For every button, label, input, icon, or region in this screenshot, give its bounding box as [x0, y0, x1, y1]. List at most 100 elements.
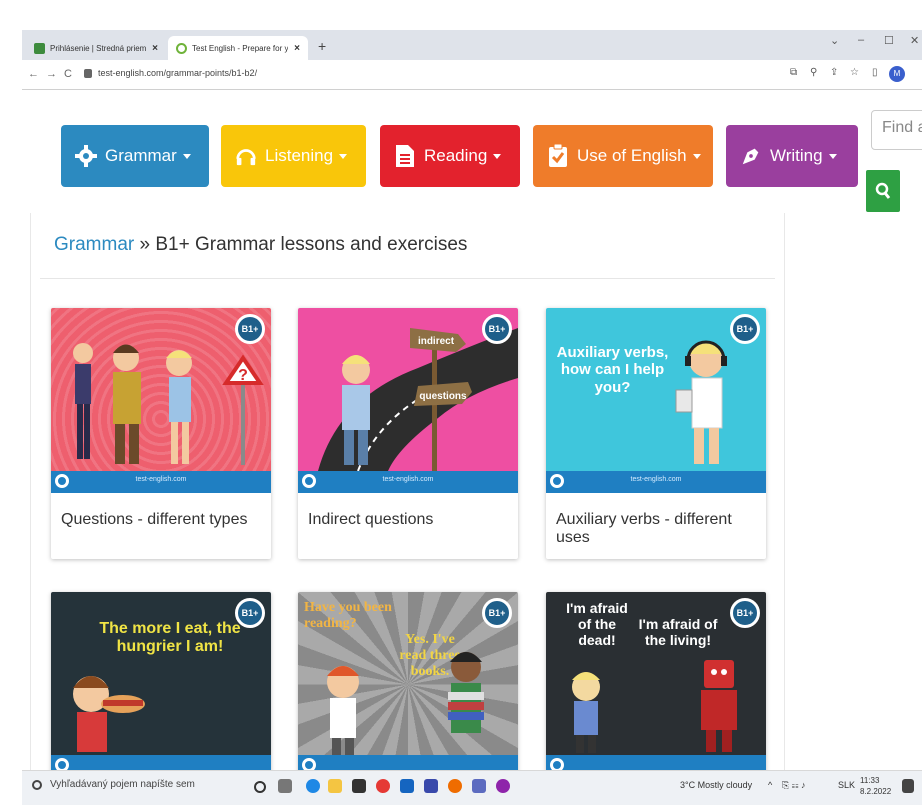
- search-icon: [875, 182, 891, 199]
- os-taskbar: Vyhľadávaný pojem napíšte sem 3°C Mostly…: [22, 770, 922, 805]
- nav-label: Listening: [265, 146, 334, 165]
- chevron-down-icon[interactable]: ⌄: [830, 34, 839, 47]
- nav-writing-button[interactable]: Writing: [726, 125, 858, 187]
- breadcrumb-separator: »: [134, 234, 156, 255]
- notification-icon[interactable]: [902, 779, 914, 793]
- clock[interactable]: 11:33 8.2.2022: [860, 775, 891, 797]
- breadcrumb-current: B1+ Grammar lessons and exercises: [155, 234, 468, 255]
- lesson-card-indirect-questions[interactable]: indirect questions B1+ test-english.com …: [298, 308, 518, 559]
- thumbnail-footer: test-english.com: [546, 471, 766, 493]
- back-arrow-icon[interactable]: ←: [28, 68, 39, 80]
- thumbnail-footer: test-english.com: [298, 471, 518, 493]
- caret-down-icon: [493, 153, 502, 159]
- zoom-icon[interactable]: ⚲: [810, 67, 817, 78]
- level-badge: B1+: [482, 314, 512, 344]
- file-explorer-icon[interactable]: [328, 779, 342, 793]
- caret-down-icon: [182, 153, 191, 159]
- tray-icons[interactable]: ⎘ ☷ ♪: [782, 780, 805, 791]
- close-tab-icon[interactable]: ×: [152, 43, 158, 54]
- taskbar-search-placeholder: Vyhľadávaný pojem napíšte sem: [50, 779, 195, 790]
- gear-icon: [75, 144, 97, 168]
- reload-icon[interactable]: C: [64, 68, 72, 80]
- headphones-icon: [235, 144, 257, 168]
- profile-avatar[interactable]: M: [889, 66, 905, 82]
- level-badge: B1+: [730, 314, 760, 344]
- taskbar-search-field[interactable]: Vyhľadávaný pojem napíšte sem: [32, 779, 195, 790]
- url-field[interactable]: test-english.com/grammar-points/b1-b2/: [84, 68, 257, 78]
- thumbnail-footer: test-english.com: [51, 471, 271, 493]
- divider: [40, 278, 775, 279]
- weather-text[interactable]: 3°C Mostly cloudy: [680, 780, 752, 790]
- firefox-icon[interactable]: [448, 779, 462, 793]
- close-tab-icon[interactable]: ×: [294, 43, 300, 54]
- test-english-favicon-icon: [176, 42, 187, 54]
- cortana-icon[interactable]: [254, 781, 266, 793]
- side-panel-icon[interactable]: ▯: [872, 67, 878, 78]
- lesson-thumbnail: Auxiliary verbs, how can I help you? B1+…: [546, 308, 766, 493]
- breadcrumb-link-grammar[interactable]: Grammar: [54, 234, 134, 255]
- breadcrumb: Grammar » B1+ Grammar lessons and exerci…: [54, 234, 467, 256]
- lesson-thumbnail: Have you been reading? Yes. I've read th…: [298, 592, 518, 777]
- browser-tab-1[interactable]: Prihlásenie | Stredná priemyseln ×: [26, 36, 166, 60]
- signpost-text-indirect: indirect: [418, 336, 455, 347]
- clock-date: 8.2.2022: [860, 787, 892, 796]
- mail-icon[interactable]: [400, 779, 414, 793]
- nav-use-of-english-button[interactable]: Use of English: [533, 125, 713, 187]
- level-badge: B1+: [235, 314, 265, 344]
- nav-label: Writing: [770, 146, 823, 165]
- caret-down-icon: [339, 153, 348, 159]
- search-icon: [32, 779, 42, 790]
- signpost-text-questions: questions: [419, 391, 467, 402]
- lesson-title: Indirect questions: [308, 511, 434, 528]
- lesson-thumbnail: The more I eat, the hungrier I am! B1+: [51, 592, 271, 777]
- site-search-button[interactable]: [866, 170, 900, 212]
- lesson-thumbnail: indirect questions B1+ test-english.com: [298, 308, 518, 493]
- pen-nib-icon: [740, 144, 762, 168]
- tray-chevron-icon[interactable]: ^: [768, 780, 772, 790]
- tab-title: Test English - Prepare for your E: [192, 43, 289, 53]
- nav-reading-button[interactable]: Reading: [380, 125, 520, 187]
- clock-time: 11:33: [860, 776, 880, 785]
- browser-tab-2[interactable]: Test English - Prepare for your E ×: [168, 36, 308, 60]
- new-tab-button[interactable]: +: [318, 38, 326, 54]
- maximize-icon[interactable]: ☐: [884, 34, 894, 47]
- nav-label: Reading: [424, 146, 488, 165]
- nav-label: Use of English: [577, 146, 687, 165]
- chrome-icon[interactable]: [376, 779, 390, 793]
- task-view-icon[interactable]: [278, 779, 292, 793]
- caret-down-icon: [692, 153, 701, 159]
- share-icon[interactable]: ⇪: [830, 67, 838, 78]
- nav-listening-button[interactable]: Listening: [221, 125, 366, 187]
- clipboard-check-icon: [547, 144, 569, 168]
- lock-icon: [84, 68, 92, 78]
- lesson-thumbnail: ? B1+ test-english.com: [51, 308, 271, 493]
- url-text: test-english.com/grammar-points/b1-b2/: [98, 68, 258, 78]
- document-icon: [394, 144, 416, 168]
- tab-title: Prihlásenie | Stredná priemyseln: [50, 43, 147, 53]
- close-window-icon[interactable]: ✕: [910, 34, 919, 47]
- browser-tab-strip: Prihlásenie | Stredná priemyseln × Test …: [22, 30, 922, 60]
- site-search-input[interactable]: Find a: [871, 110, 922, 150]
- teams-icon[interactable]: [472, 779, 486, 793]
- minimize-icon[interactable]: –: [858, 34, 864, 46]
- nav-grammar-button[interactable]: Grammar: [61, 125, 209, 187]
- lesson-card-questions[interactable]: ? B1+ test-english.com Questions - diffe…: [51, 308, 271, 559]
- app-icon[interactable]: [496, 779, 510, 793]
- lesson-thumbnail: I'm afraid of the dead! I'm afraid of th…: [546, 592, 766, 777]
- dropbox-icon[interactable]: [352, 779, 366, 793]
- thumbnail-site-text: test-english.com: [382, 476, 434, 483]
- nav-label: Grammar: [105, 146, 177, 165]
- level-badge: B1+: [235, 598, 265, 628]
- lesson-card-auxiliary-verbs[interactable]: Auxiliary verbs, how can I help you? B1+…: [546, 308, 766, 559]
- lesson-title: Auxiliary verbs - different uses: [556, 511, 732, 546]
- translate-icon[interactable]: ⧉: [790, 67, 797, 78]
- svg-text:?: ?: [238, 367, 248, 384]
- thumbnail-site-text: test-english.com: [135, 476, 187, 483]
- edge-icon[interactable]: [306, 779, 320, 793]
- app-b-icon[interactable]: [424, 779, 438, 793]
- address-bar: ← → C test-english.com/grammar-points/b1…: [22, 60, 922, 90]
- language-indicator[interactable]: SLK: [838, 780, 855, 790]
- thumbnail-site-text: test-english.com: [630, 476, 682, 483]
- bookmark-star-icon[interactable]: ☆: [850, 67, 859, 78]
- forward-arrow-icon[interactable]: →: [46, 68, 57, 80]
